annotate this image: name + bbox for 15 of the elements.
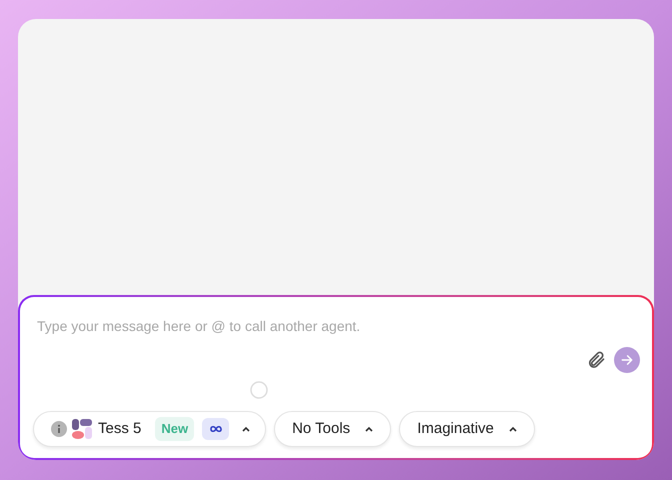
caret-up-icon [241,425,252,433]
new-badge: New [155,417,194,441]
agent-selector[interactable]: Tess 5 New [33,411,266,447]
logo-icon [71,418,93,440]
arrow-right-icon [620,353,634,367]
dropdown-button[interactable]: No Tools [274,411,392,447]
dropdown-button[interactable]: Imaginative [399,411,535,447]
caret-up-icon [364,425,374,433]
paperclip-icon[interactable] [586,350,606,370]
loading-spinner-icon [250,381,268,399]
infinity-icon [210,425,222,433]
agent-name: Tess 5 [98,418,142,439]
caret-up-icon [508,425,518,433]
message-input[interactable]: Type your message here or @ to call another agent. [37,316,640,337]
info-icon [51,421,67,437]
